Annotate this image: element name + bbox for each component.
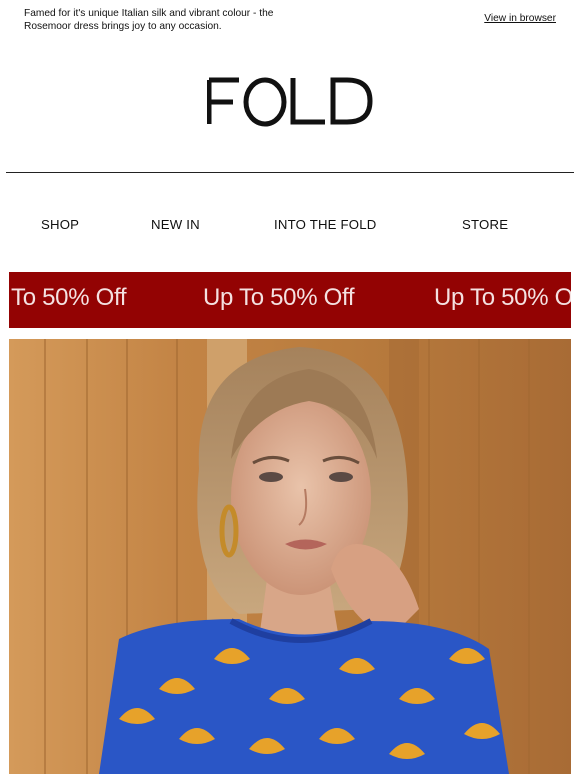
nav-item-new-in[interactable]: NEW IN (151, 217, 200, 232)
fold-logo[interactable] (207, 74, 373, 128)
view-in-browser-link[interactable]: View in browser (484, 13, 556, 24)
sale-banner[interactable]: To 50% Off Up To 50% Off Up To 50% Off (9, 272, 571, 328)
header-divider (6, 172, 574, 173)
hero-image[interactable] (9, 339, 571, 774)
nav-item-into-the-fold[interactable]: INTO THE FOLD (274, 217, 377, 232)
promo-text: Up To 50% Off (203, 284, 355, 311)
nav-item-shop[interactable]: SHOP (41, 217, 79, 232)
preheader-text: Famed for it's unique Italian silk and v… (24, 8, 274, 32)
promo-text: Up To 50% Off (434, 284, 571, 311)
email-page: Famed for it's unique Italian silk and v… (0, 0, 580, 774)
nav-item-store[interactable]: STORE (462, 217, 508, 232)
promo-text: To 50% Off (11, 284, 127, 311)
